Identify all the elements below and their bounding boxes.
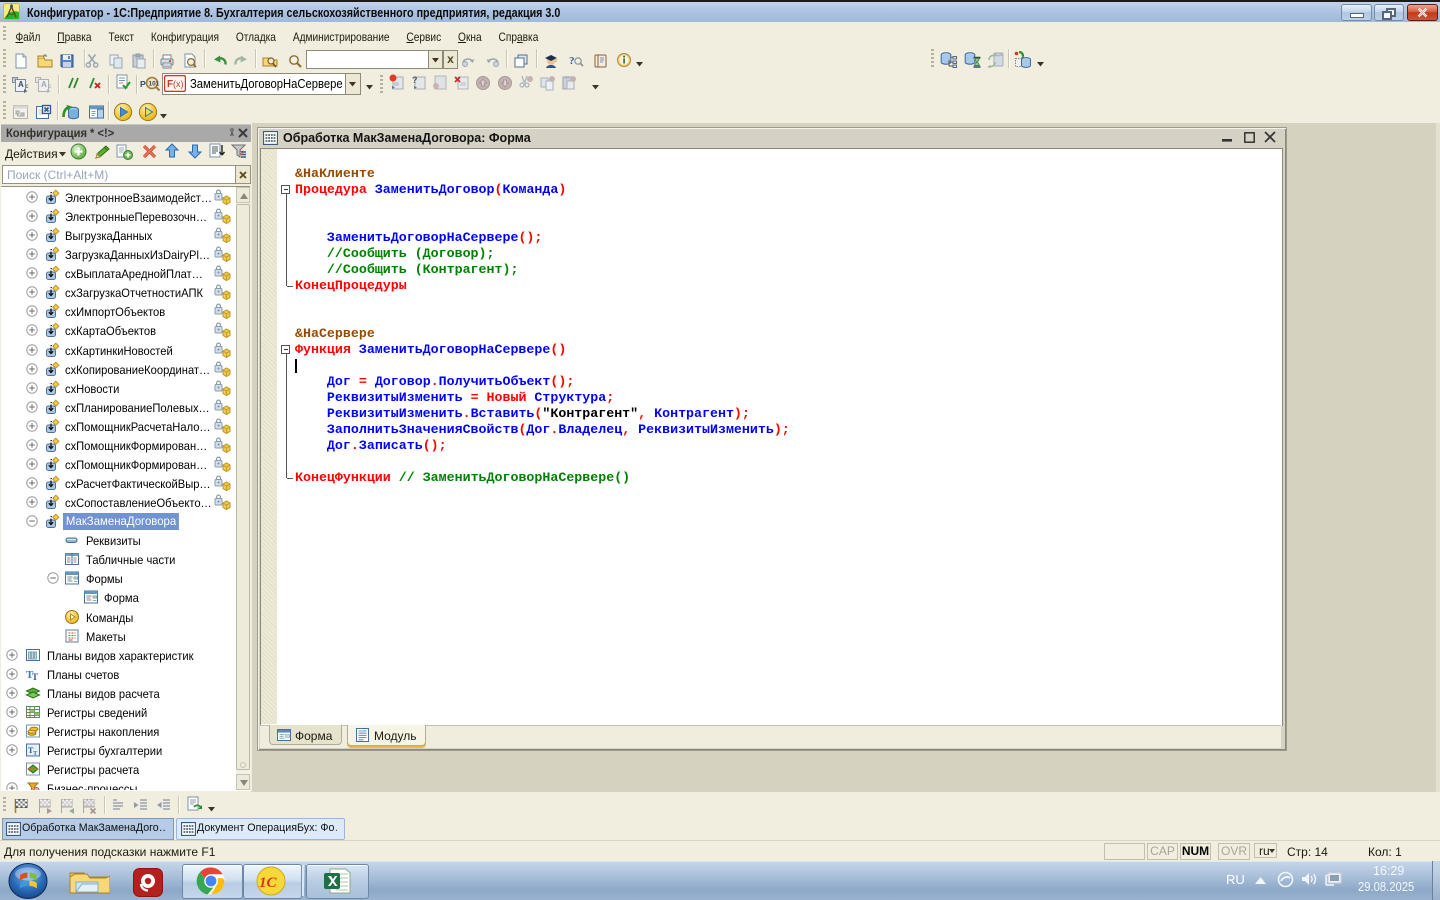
svg-text:?: ? <box>412 75 418 85</box>
svg-text:T: T <box>33 750 38 757</box>
svg-text:T: T <box>32 672 38 682</box>
svg-text:1С: 1С <box>259 875 278 891</box>
svg-text:?: ? <box>569 55 575 67</box>
